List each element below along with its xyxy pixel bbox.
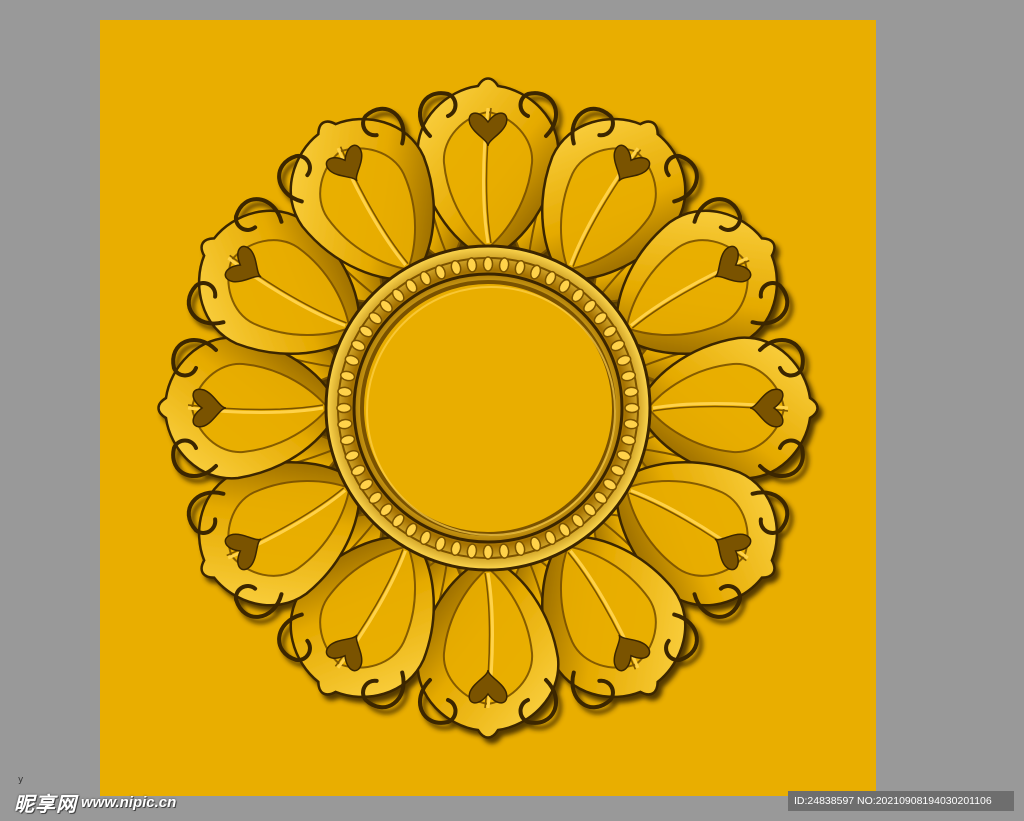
ring-bead: [336, 402, 352, 414]
corner-mark: y: [18, 775, 24, 785]
watermark-url: www.nipic.cn: [81, 793, 177, 811]
image-id-label: ID:24838597 NO:20210908194030201106: [788, 791, 1014, 811]
watermark-logo-text: 昵享网: [14, 791, 77, 816]
ring-bead: [482, 256, 494, 272]
image-viewer: y 昵享网 www.nipic.cn ID:24838597 NO:202109…: [0, 0, 1024, 821]
beaded-ring: [324, 244, 652, 572]
nipic-watermark: 昵享网 www.nipic.cn: [14, 789, 177, 816]
ring-bead: [624, 402, 640, 414]
ring-bead: [482, 544, 494, 560]
artwork-canvas: [100, 20, 876, 796]
carved-rosette-ornament: [157, 77, 819, 739]
